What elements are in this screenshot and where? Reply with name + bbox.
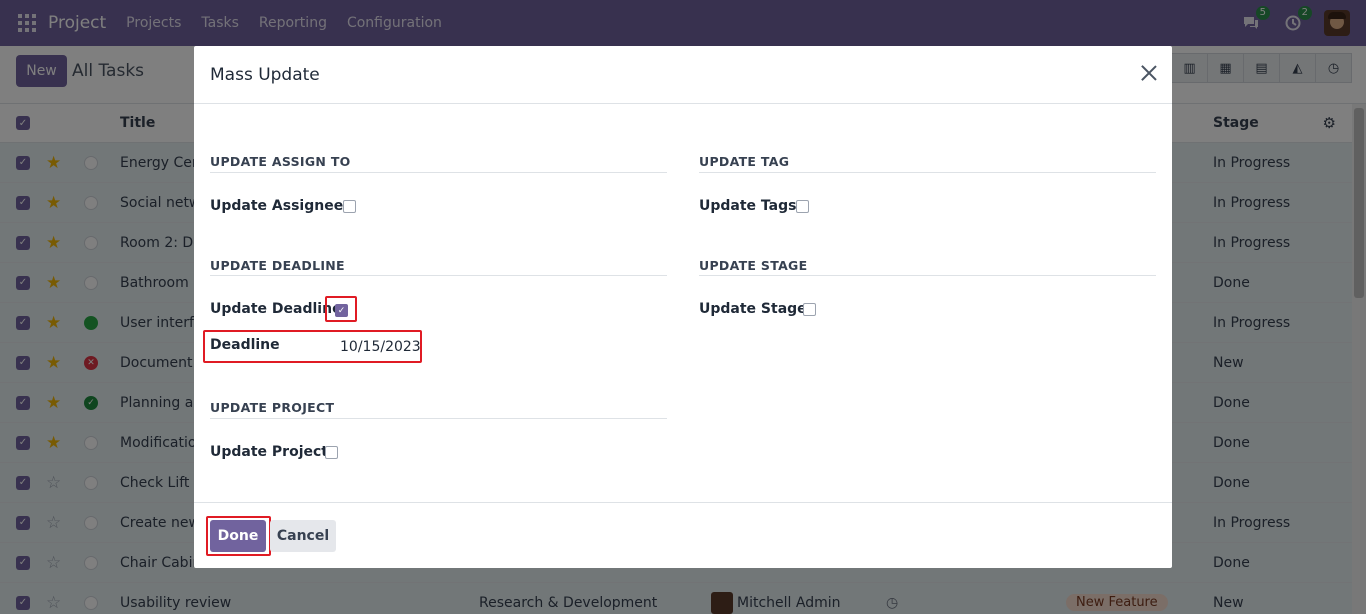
section-project-heading: UPDATE PROJECT	[210, 400, 335, 415]
update-project-checkbox[interactable]	[325, 446, 338, 459]
deadline-date-input[interactable]: 10/15/2023	[340, 339, 421, 355]
divider	[210, 172, 667, 173]
update-tags-checkbox[interactable]	[796, 200, 809, 213]
update-assignees-checkbox[interactable]	[343, 200, 356, 213]
done-button[interactable]: Done	[210, 520, 266, 552]
section-assign-heading: UPDATE ASSIGN TO	[210, 154, 351, 169]
divider	[699, 172, 1156, 173]
deadline-label: Deadline	[210, 337, 280, 353]
section-tag-heading: UPDATE TAG	[699, 154, 790, 169]
close-icon[interactable]	[1140, 64, 1158, 82]
update-assignees-label: Update Assignees	[210, 198, 352, 214]
modal-header: Mass Update	[194, 46, 1172, 104]
divider	[699, 275, 1156, 276]
section-stage-heading: UPDATE STAGE	[699, 258, 808, 273]
modal-title: Mass Update	[210, 65, 320, 85]
update-stage-checkbox[interactable]	[803, 303, 816, 316]
divider	[210, 275, 667, 276]
update-project-label: Update Project	[210, 444, 328, 460]
update-deadline-label: Update Deadline	[210, 301, 342, 317]
update-tags-label: Update Tags	[699, 198, 797, 214]
modal-footer: Done Cancel	[194, 502, 1172, 568]
divider	[210, 418, 667, 419]
update-deadline-checkbox[interactable]: ✓	[335, 304, 348, 317]
section-deadline-heading: UPDATE DEADLINE	[210, 258, 345, 273]
update-stage-label: Update Stage	[699, 301, 807, 317]
mass-update-dialog: Mass Update UPDATE ASSIGN TO Update Assi…	[194, 46, 1172, 568]
cancel-button[interactable]: Cancel	[270, 520, 336, 552]
